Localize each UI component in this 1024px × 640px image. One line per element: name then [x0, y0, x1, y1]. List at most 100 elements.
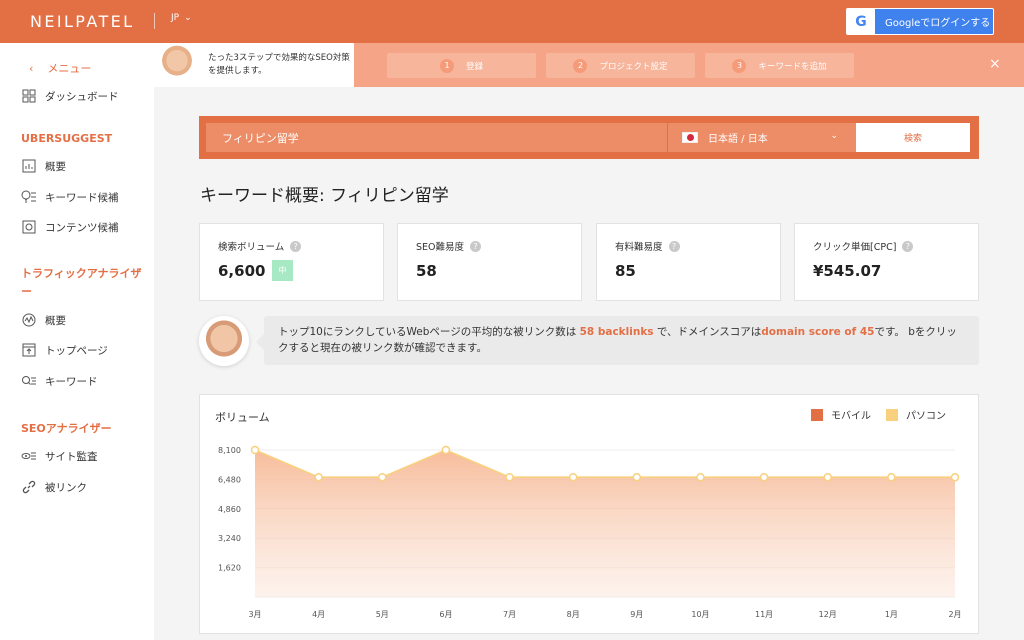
chevron-left-icon: ‹: [29, 61, 34, 75]
sidebar-item-site-audit[interactable]: サイト監査: [21, 448, 98, 464]
step-label: プロジェクト設定: [599, 61, 668, 72]
sidebar-item-keywords[interactable]: キーワード: [21, 373, 98, 389]
help-icon[interactable]: ?: [290, 240, 302, 252]
page-icon: [21, 342, 37, 358]
chevron-down-icon: ⌄: [184, 13, 192, 23]
data-point: [441, 445, 451, 455]
sidebar: ‹ メニュー ダッシュボード UBERSUGGEST 概要 キーワード候補 コン…: [0, 43, 154, 640]
sidebar-item-label: キーワード候補: [45, 191, 119, 204]
volume-level-badge: 中: [272, 260, 293, 281]
step-number: 2: [573, 58, 588, 73]
y-tick-label: 8,100: [218, 446, 241, 455]
search-list-icon: [21, 373, 37, 389]
volume-chart-card: ボリューム モバイル パソコン 1,620 3,240 4,860 6,480 8,10…: [199, 394, 979, 634]
sidebar-item-traffic-overview[interactable]: 概要: [21, 312, 66, 328]
avatar: [154, 43, 200, 87]
divider: [154, 13, 155, 29]
metric-card-paid-difficulty: 有料難易度 ? 85: [596, 223, 781, 301]
lightbulb-icon: [21, 189, 37, 205]
close-icon[interactable]: ×: [989, 56, 1001, 72]
data-point: [759, 472, 769, 482]
help-icon[interactable]: ?: [470, 240, 482, 252]
logo[interactable]: NEILPATEL: [30, 12, 134, 31]
sidebar-item-label: ダッシュボード: [45, 90, 119, 103]
metric-label-row: 有料難易度 ?: [615, 239, 680, 253]
section-title-ubersuggest: UBERSUGGEST: [21, 132, 113, 145]
metric-value: ¥545.07: [813, 262, 882, 280]
step-project-setup[interactable]: 2 プロジェクト設定: [546, 53, 695, 78]
sidebar-item-content-ideas[interactable]: コンテンツ候補: [21, 219, 119, 235]
metric-label: 有料難易度: [615, 242, 663, 253]
metric-label: 検索ボリューム: [218, 242, 285, 253]
google-icon: G: [847, 9, 875, 34]
data-point: [378, 472, 387, 482]
sidebar-item-keyword-ideas[interactable]: キーワード候補: [21, 189, 119, 205]
chart-icon: [21, 158, 37, 174]
backlinks-highlight: 58 backlinks: [579, 326, 654, 338]
x-tick-label: 10月: [691, 610, 709, 619]
sidebar-item-label: 概要: [45, 314, 66, 327]
step-label: キーワードを追加: [758, 61, 827, 72]
x-tick-label: 1月: [885, 610, 898, 619]
metric-value: 85: [615, 262, 636, 280]
sidebar-item-label: キーワード: [45, 375, 98, 388]
japan-flag-icon: [682, 132, 698, 143]
data-point: [632, 472, 642, 482]
sidebar-item-top-pages[interactable]: トップページ: [21, 342, 108, 358]
language-switcher[interactable]: JP ⌄: [171, 13, 192, 23]
data-point: [887, 472, 896, 482]
section-title-seo-analyzer: SEOアナライザー: [21, 422, 112, 435]
sidebar-item-backlinks[interactable]: 被リンク: [21, 479, 87, 495]
onboarding-tip-text: たった3ステップで効果的なSEO対策を提供します。: [208, 53, 350, 76]
step-number: 3: [732, 58, 747, 73]
avatar: [199, 316, 249, 366]
x-tick-label: 3月: [248, 610, 261, 619]
metric-label-row: クリック単価[CPC] ?: [813, 239, 914, 253]
metric-label-row: SEO難易度 ?: [416, 239, 482, 253]
metric-card-search-volume: 検索ボリューム ? 6,600 中: [199, 223, 384, 301]
info-text: で、ドメインスコアは: [653, 326, 762, 338]
x-tick-label: 12月: [819, 610, 837, 619]
volume-chart: 1,620 3,240 4,860 6,480 8,100 3月 4月 5月 6月 7月 8月 9月 1…: [218, 445, 962, 619]
sidebar-item-dashboard[interactable]: ダッシュボード: [21, 88, 119, 104]
x-tick-label: 8月: [567, 610, 580, 619]
help-icon[interactable]: ?: [902, 240, 914, 252]
pulse-icon: [21, 312, 37, 328]
y-tick-label: 1,620: [218, 564, 241, 573]
content-icon: [21, 219, 37, 235]
language-select[interactable]: 日本語 / 日本 ⌄: [667, 123, 848, 152]
data-point: [250, 445, 260, 455]
metric-value: 58: [416, 262, 437, 280]
link-icon: [21, 479, 37, 495]
series-line: [254, 449, 955, 479]
data-point: [823, 472, 832, 482]
y-tick-label: 4,860: [218, 505, 241, 514]
search-button[interactable]: 検索: [856, 123, 970, 152]
top-bar: NEILPATEL JP ⌄ G Googleでログインする: [0, 0, 1024, 43]
x-tick-label: 4月: [312, 610, 325, 619]
metric-label-row: 検索ボリューム ?: [218, 239, 302, 253]
sidebar-item-overview[interactable]: 概要: [21, 158, 66, 174]
metric-value: 6,600: [218, 262, 266, 280]
x-tick-label: 2月: [948, 610, 961, 619]
search-input[interactable]: フィリピン留学 日本語 / 日本 ⌄: [206, 123, 859, 152]
grid-icon: [21, 88, 37, 104]
step-register[interactable]: 1 登録: [387, 53, 536, 78]
x-tick-label: 11月: [755, 610, 773, 619]
domain-score-highlight: domain score of 45: [761, 326, 875, 338]
sidebar-item-label: サイト監査: [45, 450, 98, 463]
sidebar-item-label: 概要: [45, 160, 66, 173]
x-tick-label: 9月: [630, 610, 643, 619]
help-icon[interactable]: ?: [668, 240, 680, 252]
data-point: [696, 472, 705, 482]
metric-label: クリック単価[CPC]: [813, 242, 897, 253]
metric-label: SEO難易度: [416, 242, 465, 253]
onboarding-bar: たった3ステップで効果的なSEO対策を提供します。 1 登録 2 プロジェクト設…: [154, 43, 1024, 87]
section-title-traffic-analyzer: トラフィックアナライザー: [21, 267, 142, 298]
menu-back-button[interactable]: ‹ メニュー: [29, 60, 91, 76]
sidebar-item-label: コンテンツ候補: [45, 221, 119, 234]
x-tick-label: 6月: [439, 610, 452, 619]
y-tick-label: 6,480: [218, 475, 241, 484]
google-login-button[interactable]: G Googleでログインする: [846, 8, 994, 35]
step-add-keywords[interactable]: 3 キーワードを追加: [705, 53, 854, 78]
